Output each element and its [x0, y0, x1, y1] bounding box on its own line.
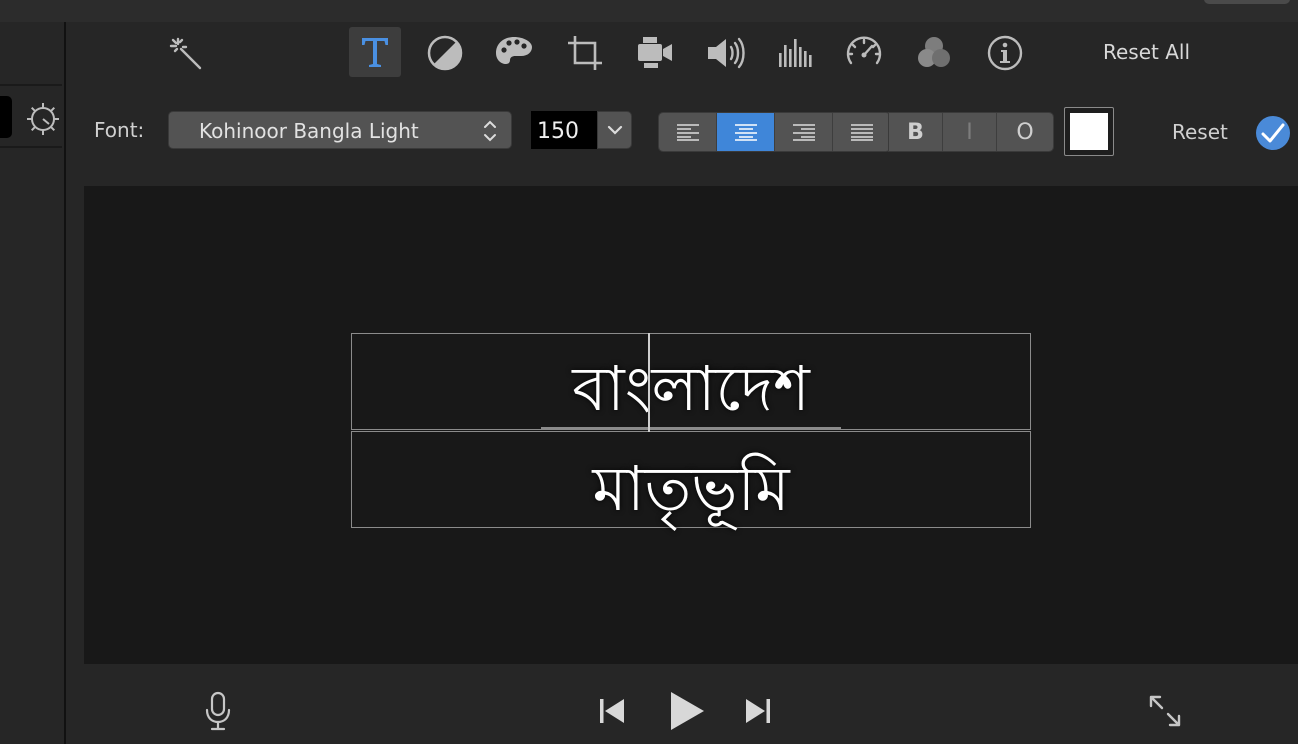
align-center-button[interactable] [717, 113, 775, 151]
outline-button[interactable]: O [997, 113, 1053, 151]
filter-circles-icon[interactable] [911, 30, 957, 76]
speedometer-icon[interactable] [841, 30, 887, 76]
title-line-1-box[interactable]: বাংলাদেশ [351, 333, 1031, 430]
video-camera-icon[interactable] [632, 30, 678, 76]
left-panel-divider [0, 146, 62, 148]
font-size-value: 150 [537, 119, 579, 144]
align-right-icon [792, 124, 815, 141]
microphone-icon[interactable] [198, 688, 238, 734]
window-tab [1204, 0, 1290, 4]
align-left-button[interactable] [659, 113, 717, 151]
title-line-1-text: বাংলাদেশ [572, 352, 810, 425]
title-text-underline [541, 427, 841, 429]
left-panel-field[interactable] [0, 96, 12, 138]
window-top-strip [0, 0, 1298, 22]
gear-icon[interactable] [24, 100, 62, 138]
reset-all-button[interactable]: Reset All [1103, 40, 1190, 64]
speaker-icon[interactable] [702, 30, 748, 76]
text-color-well[interactable] [1064, 107, 1114, 156]
bold-button[interactable]: B [889, 113, 943, 151]
equalizer-icon[interactable] [771, 30, 817, 76]
italic-button[interactable]: I [943, 113, 997, 151]
align-right-button[interactable] [775, 113, 833, 151]
text-style-group: B I O [888, 112, 1054, 152]
text-color-fill [1070, 113, 1108, 150]
chevron-down-icon [607, 125, 623, 135]
text-t-icon[interactable] [349, 27, 401, 77]
font-size-dropdown[interactable] [597, 111, 632, 149]
play-icon[interactable] [662, 686, 710, 736]
font-size-input[interactable]: 150 [531, 111, 597, 149]
left-panel-divider [0, 84, 62, 86]
magic-wand-icon[interactable] [163, 30, 209, 76]
skip-back-icon[interactable] [592, 692, 632, 730]
align-justify-icon [850, 124, 873, 141]
left-panel [0, 22, 66, 744]
crop-icon[interactable] [562, 30, 608, 76]
color-balance-icon[interactable] [422, 30, 468, 76]
skip-forward-icon[interactable] [738, 692, 778, 730]
text-cursor [648, 333, 650, 432]
font-select[interactable]: Kohinoor Bangla Light [168, 111, 512, 149]
title-line-2-text: মাতৃভূমি [592, 452, 790, 525]
checkmark-icon[interactable] [1256, 116, 1290, 150]
fullscreen-icon[interactable] [1144, 690, 1186, 732]
chevron-updown-icon [484, 120, 496, 142]
reset-button[interactable]: Reset [1172, 120, 1228, 144]
info-icon[interactable] [982, 30, 1028, 76]
title-line-2-box[interactable]: মাতৃভূমি [351, 431, 1031, 528]
align-left-icon [676, 124, 699, 141]
align-justify-button[interactable] [833, 113, 890, 151]
font-select-value: Kohinoor Bangla Light [199, 119, 419, 143]
alignment-group [658, 112, 891, 152]
palette-icon[interactable] [491, 30, 537, 76]
font-label: Font: [94, 118, 145, 142]
align-center-icon [734, 124, 757, 141]
